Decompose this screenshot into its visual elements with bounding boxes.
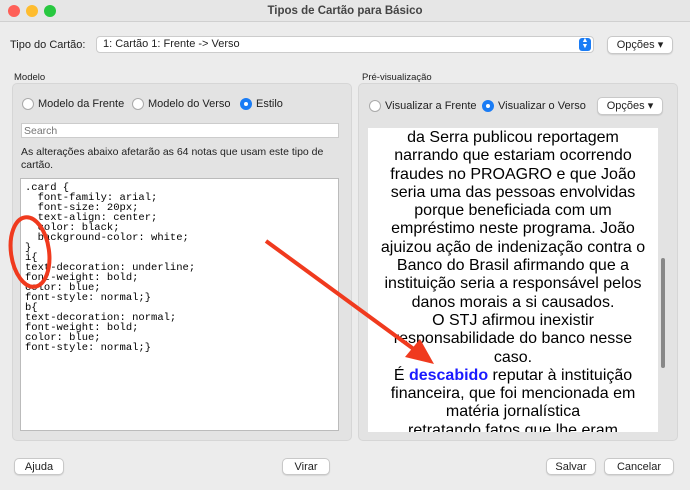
annotation-arrow: [264, 239, 417, 352]
annotation-arrowhead: [405, 339, 434, 364]
annotation-overlay: [8, 215, 434, 364]
annotation-circle: [8, 215, 52, 289]
